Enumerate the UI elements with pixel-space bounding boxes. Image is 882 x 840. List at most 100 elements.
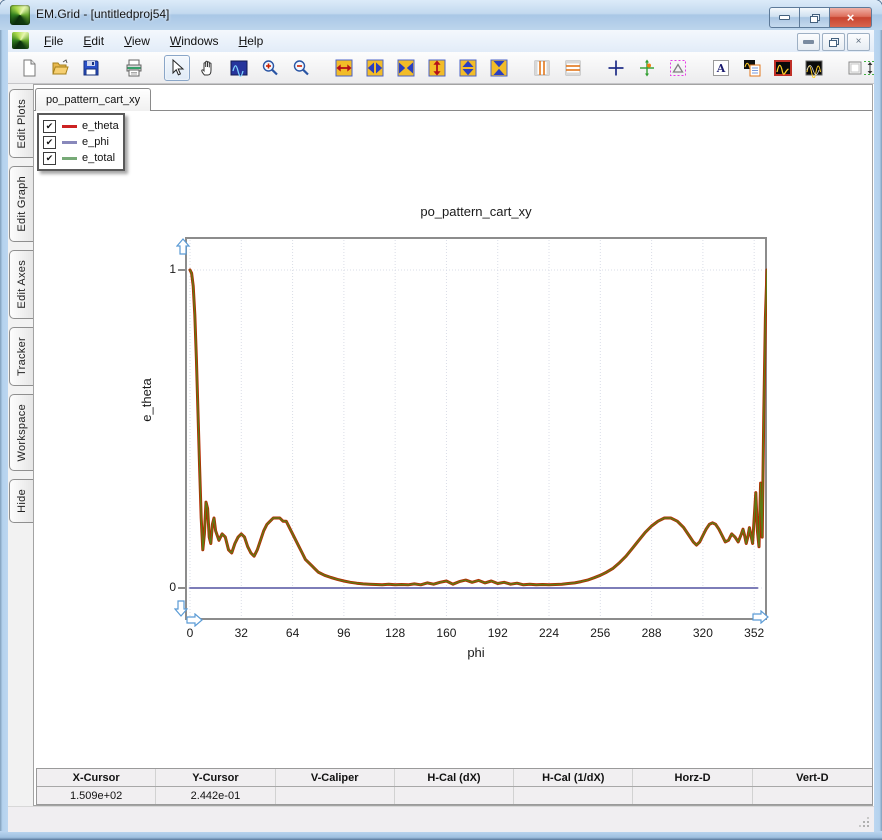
legend-swatch-icon bbox=[62, 124, 77, 128]
select-cursor-button[interactable] bbox=[164, 54, 190, 81]
minimize-button[interactable] bbox=[769, 7, 800, 28]
plot-area[interactable] bbox=[185, 237, 767, 620]
window-border-left bbox=[0, 30, 8, 832]
cursor-value-cell bbox=[753, 787, 872, 804]
vertical-spacing-button[interactable] bbox=[844, 55, 874, 81]
maximize-button[interactable] bbox=[800, 7, 830, 28]
y-tick-label: 0 bbox=[169, 580, 176, 594]
vertical-markers-icon bbox=[532, 58, 552, 78]
cursor-value-cell bbox=[395, 787, 515, 804]
crosshair-button[interactable] bbox=[603, 55, 629, 81]
vertical-markers-button[interactable] bbox=[529, 55, 555, 81]
shrink-y-axis-button[interactable] bbox=[486, 55, 512, 81]
menu-windows[interactable]: Windows bbox=[160, 30, 229, 52]
resize-grip-icon[interactable] bbox=[867, 825, 869, 827]
maximize-icon bbox=[810, 13, 820, 23]
pan-right-origin-arrow-icon[interactable] bbox=[185, 613, 203, 627]
tab-separator bbox=[34, 110, 872, 111]
document-tab[interactable]: po_pattern_cart_xy bbox=[35, 88, 152, 111]
single-plot-icon bbox=[773, 58, 793, 78]
x-tick-label: 64 bbox=[285, 626, 300, 640]
y-tick-mark bbox=[178, 269, 185, 271]
print-button[interactable] bbox=[121, 55, 147, 81]
x-tick-label: 96 bbox=[337, 626, 351, 640]
sidebar-tab-hide[interactable]: Hide bbox=[9, 479, 33, 523]
mdi-app-icon bbox=[12, 32, 29, 49]
new-file-button[interactable] bbox=[16, 55, 42, 81]
x-tick-label: 128 bbox=[385, 626, 406, 640]
menu-view[interactable]: View bbox=[114, 30, 160, 52]
close-button[interactable]: × bbox=[830, 7, 872, 28]
save-file-button[interactable] bbox=[78, 55, 104, 81]
y-tick-mark bbox=[178, 587, 185, 589]
sidebar-tab-label: Edit Plots bbox=[15, 99, 28, 149]
select-cursor-icon bbox=[167, 58, 187, 78]
pan-up-arrow-icon[interactable] bbox=[176, 238, 190, 256]
pan-right-end-arrow-icon[interactable] bbox=[751, 610, 769, 624]
x-tick-label: 352 bbox=[744, 626, 765, 640]
caliper-button[interactable] bbox=[665, 55, 691, 81]
expand-x-axis-button[interactable] bbox=[331, 55, 357, 81]
app-logo-icon bbox=[10, 5, 30, 25]
tracker-button[interactable] bbox=[634, 55, 660, 81]
chart-title: po_pattern_cart_xy bbox=[420, 204, 532, 219]
multi-plot-button[interactable] bbox=[801, 55, 827, 81]
x-tick-label: 160 bbox=[436, 626, 457, 640]
crosshair-icon bbox=[606, 58, 626, 78]
mdi-close-icon: × bbox=[855, 36, 862, 47]
legend-label: e_total bbox=[82, 152, 116, 164]
open-file-button[interactable] bbox=[47, 55, 73, 81]
legend-swatch-icon bbox=[62, 156, 77, 160]
window-title: EM.Grid - [untitledproj54] bbox=[36, 7, 170, 21]
text-annotation-icon: A bbox=[711, 58, 731, 78]
legend-label: e_theta bbox=[82, 120, 119, 132]
status-bar bbox=[8, 806, 874, 832]
sidebar-tab-edit-plots[interactable]: Edit Plots bbox=[9, 89, 33, 159]
caliper-icon bbox=[668, 58, 688, 78]
toolbar: ALayout bbox=[8, 52, 874, 84]
pan-hand-button[interactable] bbox=[195, 55, 221, 81]
plot-properties-icon bbox=[742, 58, 762, 78]
window-border-bottom bbox=[0, 831, 882, 840]
expand-x-axis-icon bbox=[334, 58, 354, 78]
x-tick-label: 0 bbox=[186, 626, 194, 640]
expand-y-axis-button[interactable] bbox=[424, 55, 450, 81]
save-file-icon bbox=[81, 58, 101, 78]
menu-edit[interactable]: Edit bbox=[73, 30, 114, 52]
window-border-right bbox=[874, 30, 882, 832]
mdi-minimize-button[interactable] bbox=[797, 33, 820, 51]
plot-properties-button[interactable] bbox=[739, 55, 765, 81]
x-tick-label: 320 bbox=[692, 626, 713, 640]
fit-view-button[interactable] bbox=[226, 55, 252, 81]
sidebar: Edit Plots Edit Graph Edit Axes Tracker Work… bbox=[8, 84, 33, 806]
shrink-x-axis-button[interactable] bbox=[393, 55, 419, 81]
single-plot-button[interactable] bbox=[770, 55, 796, 81]
cursor-value-cell bbox=[514, 787, 634, 804]
x-tick-label: 32 bbox=[234, 626, 248, 640]
minimize-icon bbox=[779, 15, 790, 20]
stretch-x-axis-button[interactable] bbox=[362, 55, 388, 81]
tracker-icon bbox=[637, 58, 657, 78]
checkbox-icon[interactable]: ✔ bbox=[43, 119, 56, 133]
vertical-spacing-icon bbox=[847, 58, 874, 78]
horizontal-markers-button[interactable] bbox=[560, 55, 586, 81]
menu-file[interactable]: File bbox=[34, 30, 73, 52]
sidebar-tab-tracker[interactable]: Tracker bbox=[9, 326, 33, 386]
zoom-in-button[interactable] bbox=[257, 55, 283, 81]
cursor-col-header: H-Cal (dX) bbox=[395, 769, 515, 786]
sidebar-tab-edit-graph[interactable]: Edit Graph bbox=[9, 166, 33, 243]
checkbox-icon[interactable]: ✔ bbox=[43, 135, 56, 149]
sidebar-tab-label: Hide bbox=[15, 489, 28, 513]
stretch-y-axis-button[interactable] bbox=[455, 55, 481, 81]
checkbox-icon[interactable]: ✔ bbox=[43, 151, 56, 165]
sidebar-tab-label: Workspace bbox=[15, 403, 28, 462]
sidebar-tab-edit-axes[interactable]: Edit Axes bbox=[9, 250, 33, 319]
menu-help[interactable]: Help bbox=[229, 30, 274, 52]
titlebar[interactable]: EM.Grid - [untitledproj54] × bbox=[0, 0, 882, 31]
x-tick-label: 288 bbox=[641, 626, 662, 640]
text-annotation-button[interactable]: A bbox=[708, 55, 734, 81]
zoom-out-button[interactable] bbox=[288, 55, 314, 81]
sidebar-tab-workspace[interactable]: Workspace bbox=[9, 393, 33, 472]
mdi-restore-button[interactable] bbox=[822, 33, 845, 51]
mdi-close-button[interactable]: × bbox=[847, 33, 870, 51]
